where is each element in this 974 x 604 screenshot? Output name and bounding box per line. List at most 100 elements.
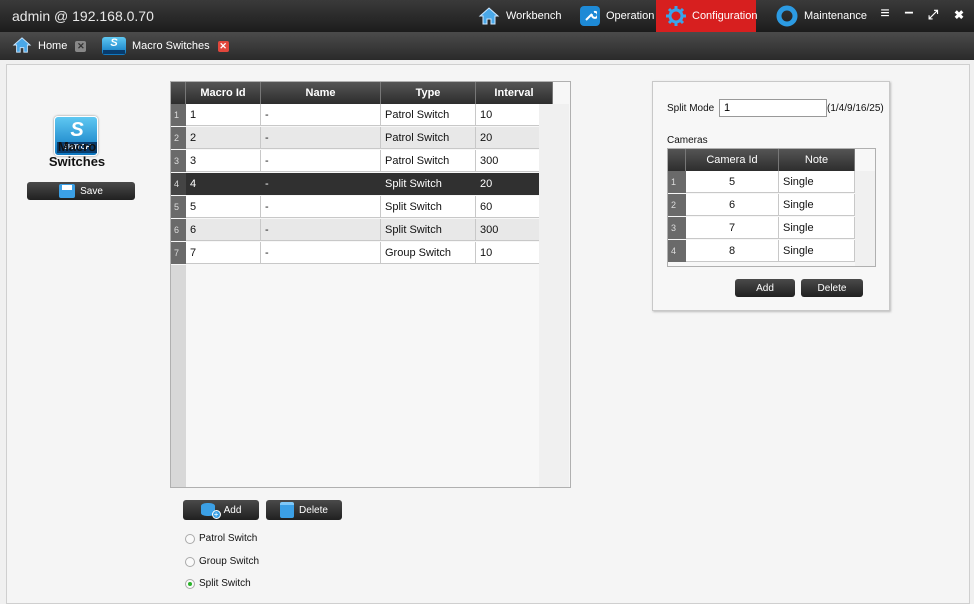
wrench-icon [580,6,600,26]
save-button[interactable]: Save [27,182,135,200]
cameras-label: Cameras [667,135,708,146]
radio-split-switch[interactable]: Split Switch [185,578,251,589]
split-mode-input[interactable] [719,99,827,117]
radio-dot [185,556,195,567]
row-number: 3 [668,217,686,239]
cell-camera-id: 7 [686,217,779,239]
table-row[interactable]: 1 5 Single [668,171,855,194]
cell-camera-id: 6 [686,194,779,216]
nav-configuration-label: Configuration [692,10,758,22]
save-icon [59,184,76,198]
row-number: 3 [171,150,186,172]
cell-macro-id: 7 [186,242,261,264]
col-macro-id[interactable]: Macro Id [186,82,261,104]
trash-icon [280,502,295,518]
cell-name: - [261,127,381,149]
row-num-header [171,82,186,104]
cell-macro-id: 4 [186,173,261,195]
nav-configuration[interactable]: Configuration [656,0,758,32]
row-gutter [171,265,186,487]
maximize-icon[interactable]: ⤢ [924,7,942,23]
nav-workbench[interactable]: Workbench [468,0,571,32]
cell-type: Split Switch [381,196,476,218]
cell-macro-id: 5 [186,196,261,218]
tab-home-label: Home [38,40,68,52]
cell-note: Single [779,240,855,262]
cameras-scroll-area[interactable] [855,171,875,266]
cell-type: Split Switch [381,219,476,241]
table-scroll-area[interactable] [539,104,569,487]
row-number: 2 [668,194,686,216]
radio-dot-checked [185,578,195,589]
delete-camera-button[interactable]: Delete [801,279,863,297]
nav-operation-label: Operation [606,10,655,22]
delete-macro-button[interactable]: Delete [266,500,342,520]
row-number: 1 [668,171,686,193]
col-name[interactable]: Name [261,82,381,104]
split-config-panel: Split Mode (1/4/9/16/25) Cameras Camera … [652,81,890,311]
cell-name: - [261,219,381,241]
tab-bar: Home ✕ S Macro Switches ✕ [0,32,974,60]
cell-name: - [261,196,381,218]
cell-type: Split Switch [381,173,476,195]
row-number: 5 [171,196,186,218]
table-row[interactable]: 1 1 - Patrol Switch 10 [171,104,553,127]
table-row-selected[interactable]: 4 4 - Split Switch 20 [171,173,553,196]
table-row[interactable]: 7 7 - Group Switch 10 [171,242,553,265]
row-num-header [668,149,686,171]
table-row[interactable]: 3 7 Single [668,217,855,240]
table-row[interactable]: 2 2 - Patrol Switch 20 [171,127,553,150]
delete-macro-label: Delete [299,504,328,516]
table-row[interactable]: 6 6 - Split Switch 300 [171,219,553,242]
col-note[interactable]: Note [779,149,855,171]
col-type[interactable]: Type [381,82,476,104]
cell-name: - [261,150,381,172]
table-row[interactable]: 2 6 Single [668,194,855,217]
table-row[interactable]: 5 5 - Split Switch 60 [171,196,553,219]
cell-camera-id: 8 [686,240,779,262]
cell-macro-id: 2 [186,127,261,149]
radio-patrol-switch-label: Patrol Switch [199,533,258,544]
radio-patrol-switch[interactable]: Patrol Switch [185,533,257,544]
tab-macro-switches-close-icon[interactable]: ✕ [217,40,229,52]
split-mode-hint: (1/4/9/16/25) [827,103,884,114]
cell-type: Group Switch [381,242,476,264]
add-database-icon: + [200,502,221,519]
radio-group-switch[interactable]: Group Switch [185,556,259,567]
row-number: 7 [171,242,186,264]
add-macro-label: Add [223,504,242,516]
tab-home[interactable]: Home ✕ [12,32,87,60]
row-number: 2 [171,127,186,149]
page-title: Macro Switches [48,139,106,169]
add-macro-button[interactable]: + Add [183,500,259,520]
col-interval[interactable]: Interval [476,82,553,104]
cameras-table: Camera Id Note 1 5 Single 2 6 Single 3 7… [667,148,876,267]
cell-type: Patrol Switch [381,150,476,172]
cell-type: Patrol Switch [381,104,476,126]
nav-operation[interactable]: Operation [570,0,664,32]
save-button-label: Save [80,185,103,197]
tab-home-close-icon[interactable]: ✕ [75,40,87,52]
cell-note: Single [779,171,855,193]
col-camera-id[interactable]: Camera Id [686,149,779,171]
title-bar: admin @ 192.168.0.70 Workbench Operation [0,0,974,32]
close-icon[interactable]: ✖ [950,8,968,22]
nav-maintenance-label: Maintenance [804,10,867,22]
cell-camera-id: 5 [686,171,779,193]
gear-icon [666,5,686,27]
add-camera-button[interactable]: Add [735,279,795,297]
cell-macro-id: 6 [186,219,261,241]
table-row[interactable]: 4 8 Single [668,240,855,263]
row-number: 1 [171,104,186,126]
circle-icon [776,5,798,27]
minimize-icon[interactable]: − [900,5,918,23]
table-row[interactable]: 3 3 - Patrol Switch 300 [171,150,553,173]
radio-group-switch-label: Group Switch [199,556,260,567]
cell-macro-id: 3 [186,150,261,172]
row-number: 4 [171,173,186,195]
macro-table: Macro Id Name Type Interval 1 1 - Patrol… [170,81,571,488]
row-number: 6 [171,219,186,241]
menu-icon[interactable]: ≡ [876,5,894,23]
tab-macro-switches[interactable]: S Macro Switches ✕ [102,32,229,60]
nav-maintenance[interactable]: Maintenance [766,0,877,32]
